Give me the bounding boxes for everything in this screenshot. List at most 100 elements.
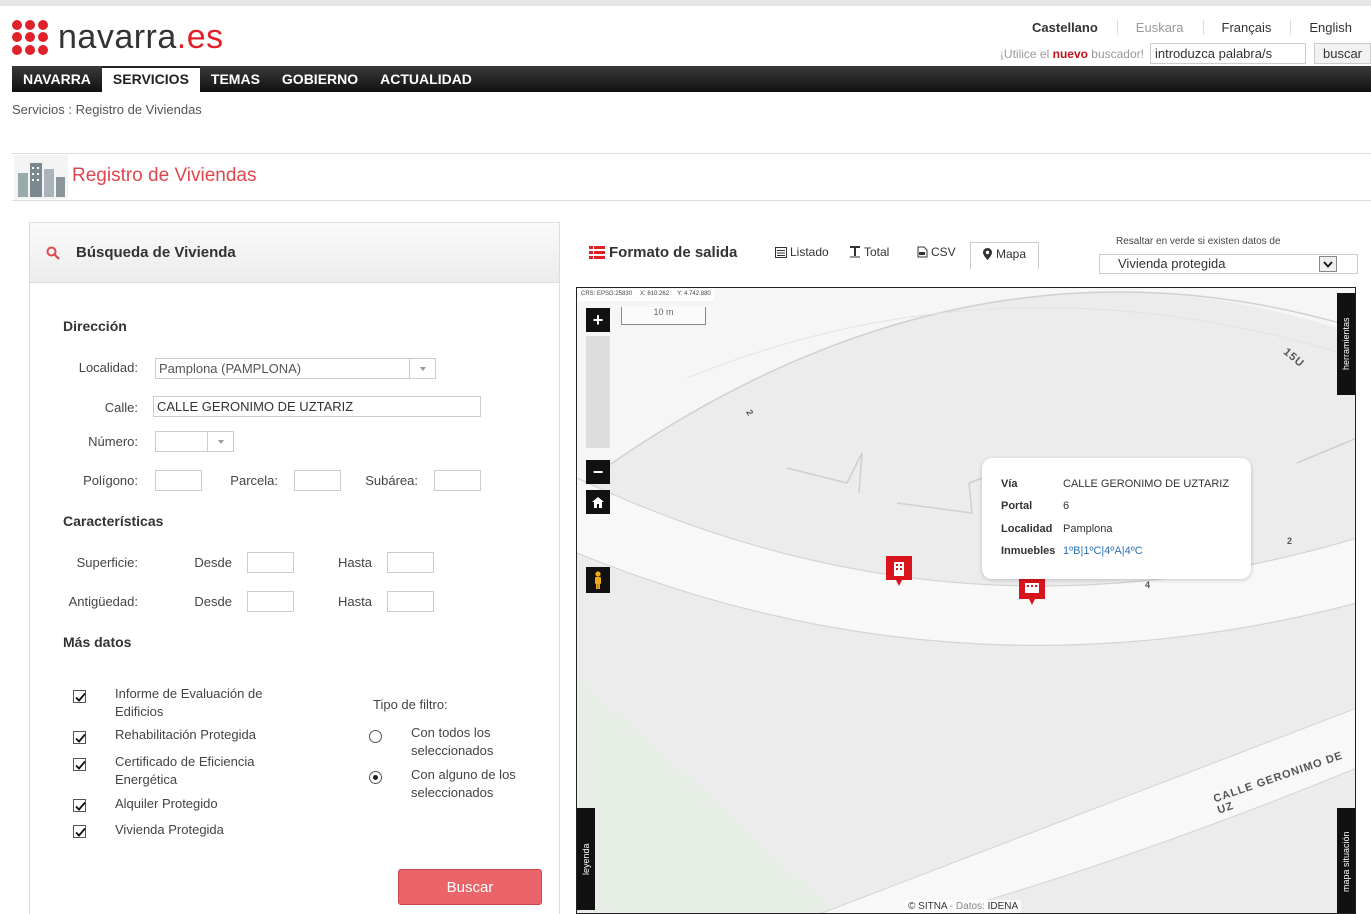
checkbox-rehabilitacion[interactable] (73, 731, 86, 744)
antiguedad-desde-input[interactable] (247, 591, 294, 612)
site-search-input[interactable] (1150, 43, 1306, 64)
localidad-value: Pamplona (PAMPLONA) (159, 361, 302, 376)
checkmark-icon (75, 827, 86, 837)
divider (12, 200, 1371, 201)
zoom-in-button[interactable]: + (586, 308, 610, 332)
checkbox-label: Certificado de Eficiencia Energética (115, 754, 255, 787)
popup-key: Vía (1001, 478, 1018, 490)
lang-francais[interactable]: Français (1202, 20, 1291, 35)
checkbox-label: Vivienda Protegida (115, 822, 224, 837)
calle-input[interactable] (153, 396, 481, 417)
lang-euskara[interactable]: Euskara (1116, 20, 1203, 35)
section-caracteristicas: Características (63, 513, 164, 529)
chevron-down-icon (409, 359, 435, 378)
radio-con-alguno[interactable] (369, 771, 382, 784)
tab-mapa[interactable]: Mapa (970, 242, 1040, 269)
popup-key: Localidad (1001, 523, 1053, 535)
building-marker-icon[interactable] (1019, 575, 1045, 605)
popup-key: Inmuebles (1001, 545, 1056, 557)
buscar-button[interactable]: Buscar (398, 869, 542, 905)
output-format-title: Formato de salida (589, 244, 737, 261)
main-nav: NAVARRA SERVICIOS TEMAS GOBIERNO ACTUALI… (12, 66, 1371, 92)
site-search-button[interactable]: buscar (1314, 43, 1371, 64)
nav-item-actualidad[interactable]: ACTUALIDAD (369, 66, 483, 92)
checkbox-informe-evaluacion[interactable] (73, 690, 86, 703)
logo-text: navarra.es (58, 18, 224, 56)
map-canvas[interactable] (577, 288, 1356, 914)
calle-label: Calle: (104, 400, 138, 415)
numero-select[interactable] (155, 431, 234, 452)
search-panel-title: Búsqueda de Vivienda (76, 244, 236, 261)
checkbox-label: Alquiler Protegido (115, 796, 218, 811)
map-marker-icon (983, 248, 992, 260)
output-format-bar: Formato de salida Listado Total CSV Mapa… (589, 236, 1371, 278)
mapa-situacion-tab[interactable]: mapa situación (1337, 808, 1355, 913)
antiguedad-desde-label: Desde (194, 594, 232, 609)
superficie-hasta-input[interactable] (387, 552, 434, 573)
leyenda-tab[interactable]: leyenda (577, 808, 595, 910)
subarea-input[interactable] (434, 470, 481, 491)
checkbox-label: Informe de Evaluación de Edificios (115, 686, 263, 719)
nav-item-servicios[interactable]: SERVICIOS (101, 66, 200, 92)
street-view-button[interactable] (586, 567, 610, 593)
filtro-label: Tipo de filtro: (373, 697, 448, 712)
buildings-icon (14, 155, 68, 199)
checkbox-certificado-eficiencia[interactable] (73, 758, 86, 771)
herramientas-tab[interactable]: herramientas (1337, 293, 1355, 395)
checkmark-icon (75, 692, 86, 702)
table-icon (775, 246, 787, 258)
home-button[interactable] (586, 490, 610, 514)
house-number: 2 (1287, 536, 1294, 546)
checkmark-icon (75, 760, 86, 770)
language-switcher: Castellano Euskara Français English (1014, 20, 1371, 35)
home-icon (592, 496, 604, 508)
tab-total[interactable]: Total (849, 245, 889, 259)
search-icon (46, 246, 60, 260)
search-prompt: ¡Utilice el nuevo buscador! (999, 46, 1144, 61)
scale-bar: 10 m (621, 307, 706, 325)
parcela-input[interactable] (294, 470, 341, 491)
zoom-out-button[interactable]: − (586, 460, 610, 484)
house-number: 4 (1145, 580, 1152, 590)
checkbox-alquiler[interactable] (73, 799, 86, 812)
popup-inmuebles-link[interactable]: 1ºB|1ºC|4ºA|4ºC (1063, 545, 1143, 557)
search-panel: Búsqueda de Vivienda Dirección Localidad… (29, 222, 560, 914)
antiguedad-hasta-input[interactable] (387, 591, 434, 612)
coordinates-readout: CRS: EPSG:25830 X: 610.262 Y: 4.742.880 (578, 289, 714, 301)
radio-con-todos[interactable] (369, 730, 382, 743)
checkbox-vivienda-protegida[interactable] (73, 825, 86, 838)
subarea-label: Subárea: (365, 473, 418, 488)
breadcrumb[interactable]: Servicios : Registro de Viviendas (12, 102, 202, 117)
file-icon (917, 246, 928, 258)
localidad-label: Localidad: (78, 360, 138, 375)
nav-item-temas[interactable]: TEMAS (200, 66, 271, 92)
superficie-label: Superficie: (76, 555, 138, 570)
poligono-label: Polígono: (83, 473, 138, 488)
tab-csv[interactable]: CSV (917, 245, 956, 259)
popup-value: CALLE GERONIMO DE UZTARIZ (1063, 478, 1230, 490)
superficie-desde-input[interactable] (247, 552, 294, 573)
chevron-down-icon (1319, 256, 1337, 272)
feature-info-popup: Vía CALLE GERONIMO DE UZTARIZ Portal 6 L… (982, 458, 1251, 579)
top-bar: navarra.es Castellano Euskara Français E… (0, 0, 1371, 66)
localidad-select[interactable]: Pamplona (PAMPLONA) (155, 358, 436, 379)
nav-item-gobierno[interactable]: GOBIERNO (271, 66, 369, 92)
tab-listado[interactable]: Listado (775, 245, 829, 259)
building-marker-icon[interactable] (886, 556, 912, 586)
lang-english[interactable]: English (1290, 20, 1371, 35)
text-icon (850, 246, 860, 258)
highlight-select[interactable]: Vivienda protegida (1099, 254, 1358, 274)
zoom-slider[interactable] (586, 336, 610, 448)
logo-dots-icon (12, 19, 50, 56)
radio-label: Con alguno de los seleccionados (411, 767, 516, 800)
parcela-label: Parcela: (230, 473, 278, 488)
map-viewer[interactable]: 15U 2 2 4 CALLE GERONIMO DE UZ CRS: EPSG… (576, 287, 1356, 914)
lang-castellano[interactable]: Castellano (1014, 20, 1117, 35)
chevron-down-icon (207, 432, 233, 451)
checkmark-icon (75, 733, 86, 743)
highlight-value: Vivienda protegida (1118, 256, 1226, 271)
list-icon (589, 245, 605, 259)
site-logo[interactable]: navarra.es (12, 18, 224, 57)
nav-item-navarra[interactable]: NAVARRA (12, 66, 102, 92)
poligono-input[interactable] (155, 470, 202, 491)
